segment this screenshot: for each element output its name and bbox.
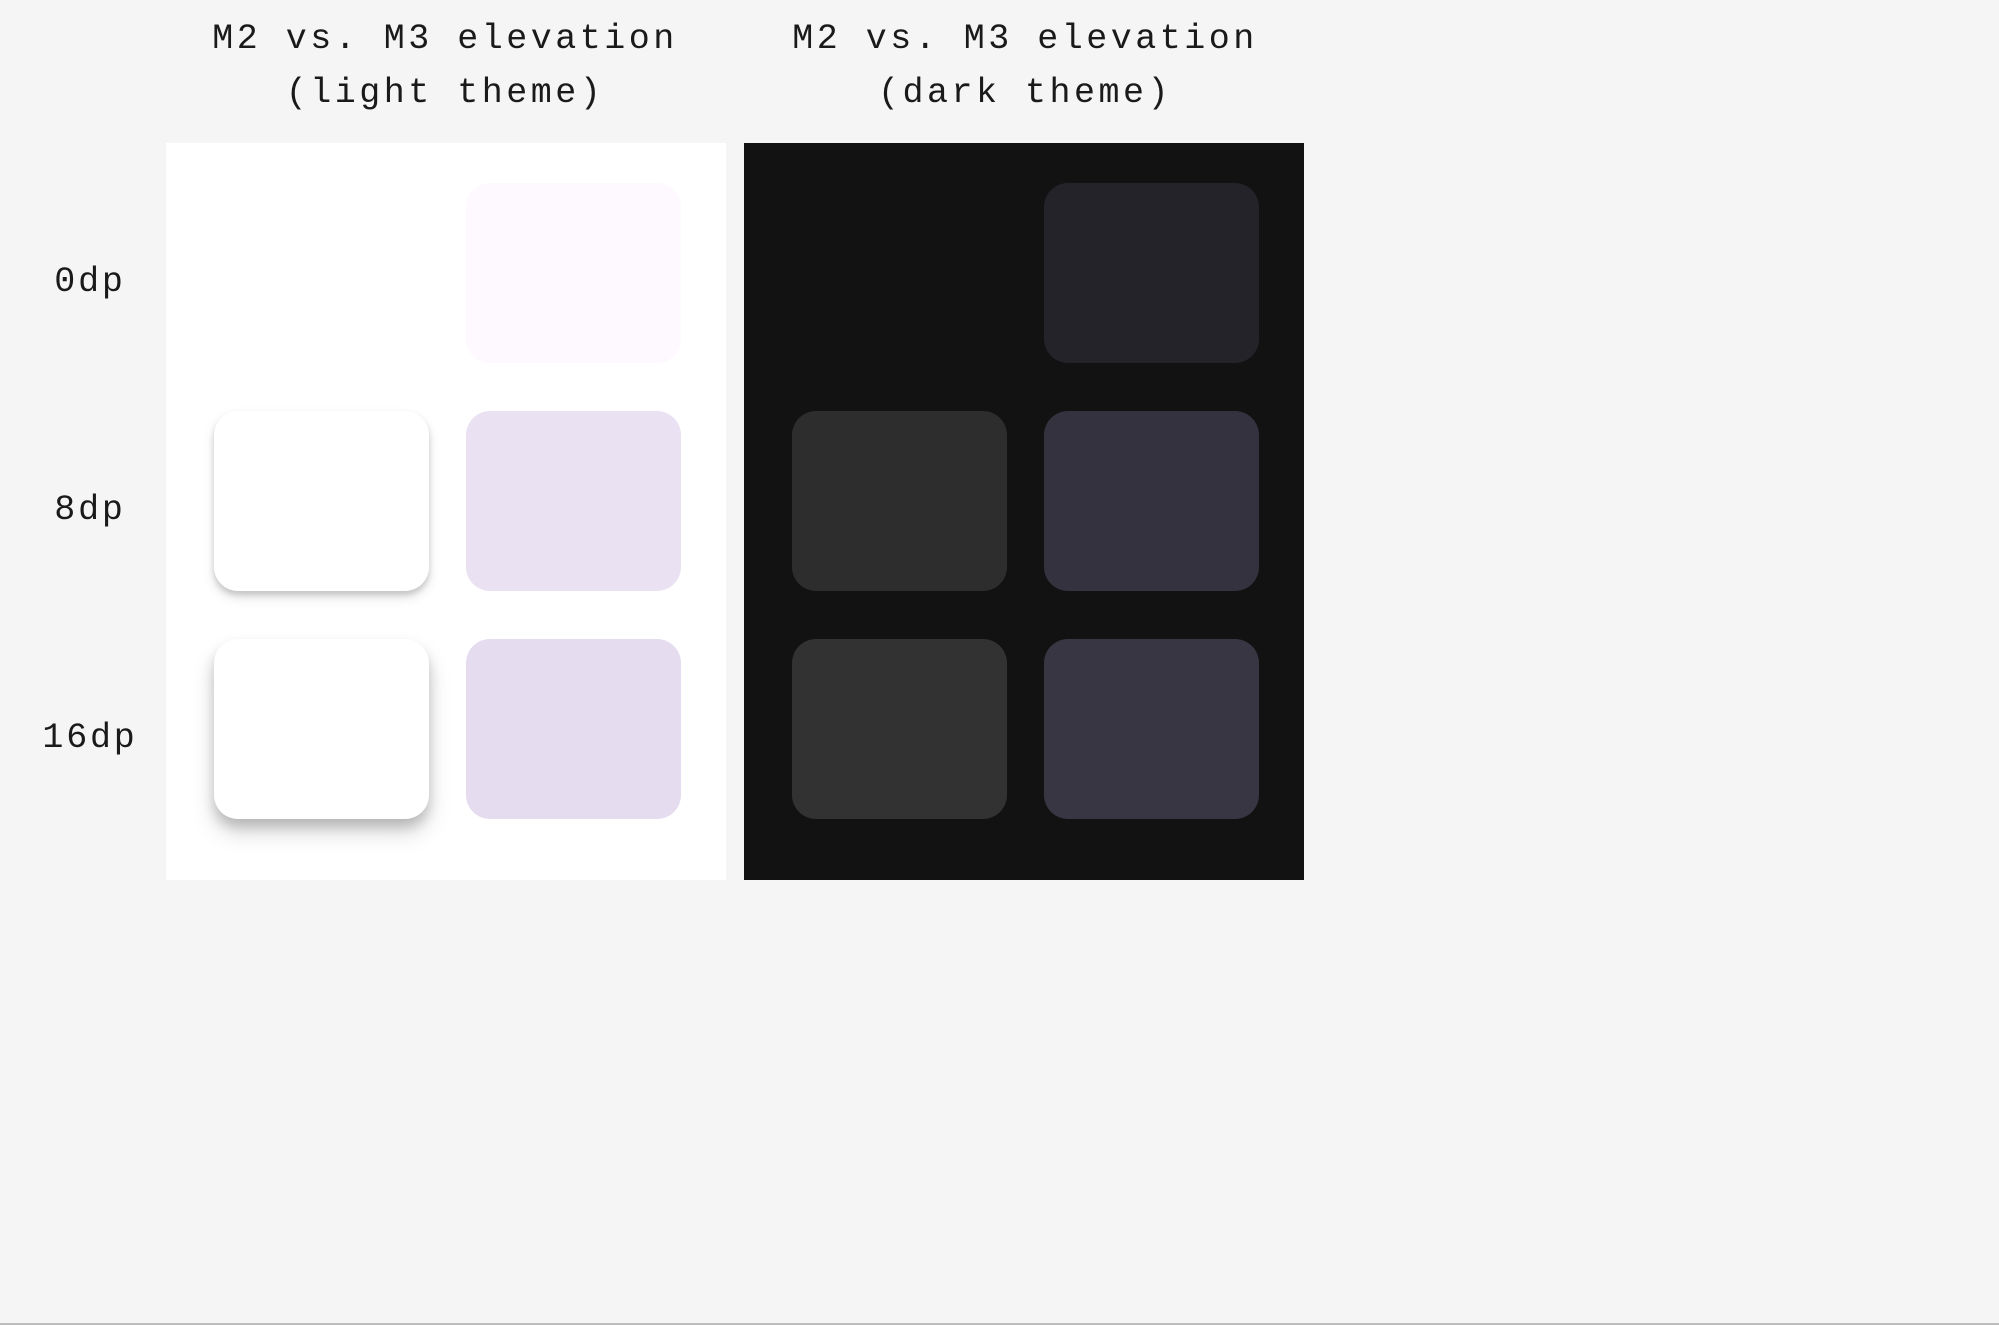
heading-dark: M2 vs. M3 elevation (dark theme) xyxy=(745,12,1305,121)
swatch-light-m3-0dp xyxy=(466,183,681,363)
swatch-light-m2-0dp xyxy=(214,183,429,363)
swatch-dark-m2-0dp xyxy=(792,183,1007,363)
swatch-dark-m2-8dp xyxy=(792,411,1007,591)
swatch-dark-m3-16dp xyxy=(1044,639,1259,819)
swatch-light-m2-8dp xyxy=(214,411,429,591)
panel-dark xyxy=(744,143,1304,880)
swatch-light-m3-16dp xyxy=(466,639,681,819)
row-label-0dp: 0dp xyxy=(40,262,140,302)
row-label-8dp: 8dp xyxy=(40,490,140,530)
swatch-light-m2-16dp xyxy=(214,639,429,819)
swatch-dark-m3-0dp xyxy=(1044,183,1259,363)
heading-light: M2 vs. M3 elevation (light theme) xyxy=(165,12,725,121)
swatch-light-m3-8dp xyxy=(466,411,681,591)
swatch-dark-m3-8dp xyxy=(1044,411,1259,591)
row-label-16dp: 16dp xyxy=(32,718,148,758)
swatch-dark-m2-16dp xyxy=(792,639,1007,819)
panel-light xyxy=(166,143,726,880)
